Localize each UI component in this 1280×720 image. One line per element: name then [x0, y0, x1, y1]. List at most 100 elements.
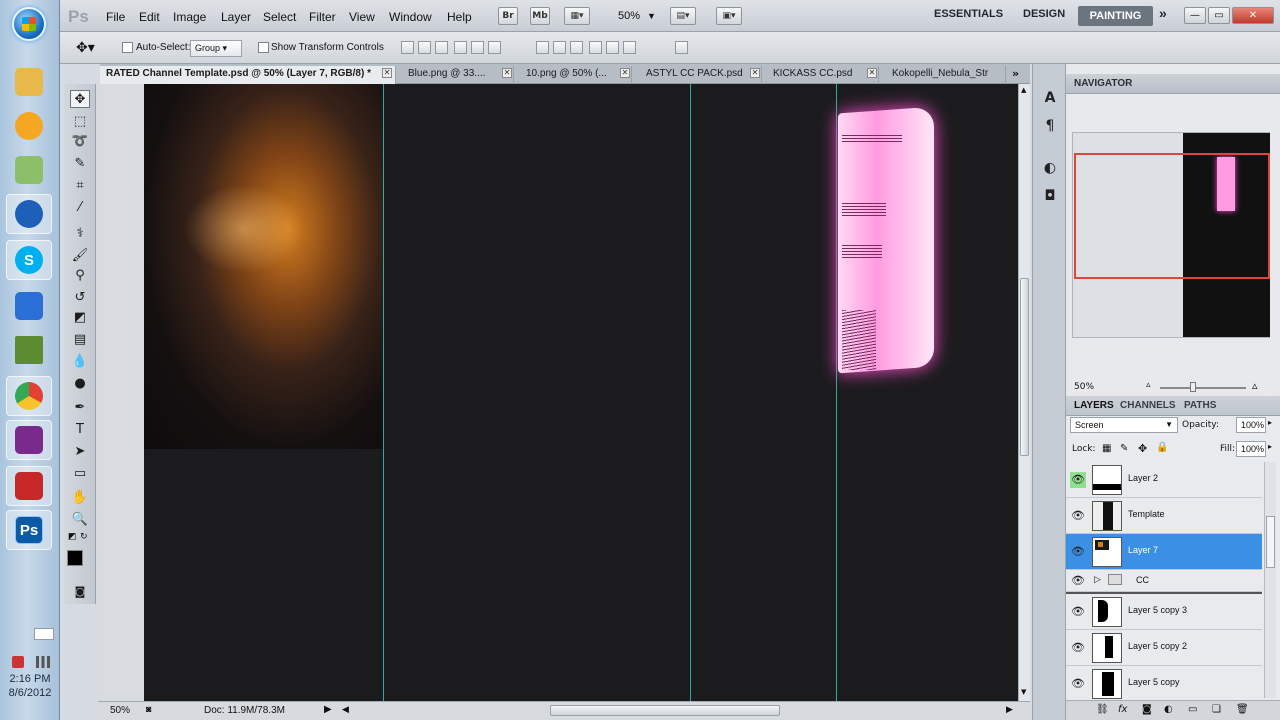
fill-arrow-icon[interactable]: ▸	[1268, 442, 1272, 451]
screen-mode-button[interactable]: ▣▾	[716, 7, 742, 25]
arrange-documents-button[interactable]: ▤▾	[670, 7, 696, 25]
default-colors-icon[interactable]: ◩	[68, 532, 77, 542]
layer-row-layer-5-copy-2[interactable]: 👁 Layer 5 copy 2	[1066, 630, 1262, 666]
scroll-right-icon[interactable]: ▶	[1006, 704, 1013, 715]
visibility-eye-icon[interactable]: 👁	[1070, 472, 1086, 488]
crop-tool-icon[interactable]: ⌗	[70, 176, 90, 194]
menu-file[interactable]: File	[106, 10, 125, 24]
auto-align-icon[interactable]	[675, 41, 688, 54]
layer-row-layer-2[interactable]: 👁 Layer 2	[1066, 462, 1262, 498]
layer-row-layer-5-copy[interactable]: 👁 Layer 5 copy	[1066, 666, 1262, 702]
quick-selection-tool-icon[interactable]: ✎	[70, 154, 90, 172]
launch-mini-bridge-button[interactable]: Mb	[530, 7, 550, 25]
navigator-thumbnail[interactable]	[1072, 132, 1270, 338]
clone-source-icon[interactable]: ◘	[1041, 188, 1059, 206]
workspace-painting[interactable]: PAINTING	[1078, 6, 1153, 26]
visibility-eye-icon[interactable]: 👁	[1070, 676, 1086, 692]
taskbar-app-minecraft[interactable]	[6, 330, 52, 370]
show-hidden-icons[interactable]	[34, 628, 54, 640]
dodge-tool-icon[interactable]: ●	[70, 374, 90, 392]
menu-window[interactable]: Window	[389, 10, 432, 24]
canvas-area[interactable]	[98, 84, 1018, 701]
close-tab-icon[interactable]: ✕	[620, 68, 630, 78]
menu-filter[interactable]: Filter	[309, 10, 336, 24]
taskbar-app-camera[interactable]	[6, 466, 52, 506]
tab-blue-png[interactable]: Blue.png @ 33....	[402, 66, 514, 84]
close-tab-icon[interactable]: ✕	[502, 68, 512, 78]
menu-select[interactable]: Select	[263, 10, 296, 24]
adjustment-layer-icon[interactable]: ◐	[1164, 704, 1173, 715]
workspace-design[interactable]: DESIGN	[1023, 8, 1065, 20]
zoom-slider-handle[interactable]	[1190, 382, 1196, 392]
visibility-eye-icon[interactable]: 👁	[1070, 573, 1086, 589]
marquee-tool-icon[interactable]: ⬚	[70, 112, 90, 130]
opacity-arrow-icon[interactable]: ▸	[1268, 418, 1272, 427]
minimize-button[interactable]: —	[1184, 7, 1206, 24]
auto-select-dropdown[interactable]: Group ▾	[190, 40, 242, 57]
launch-bridge-button[interactable]: Br	[498, 7, 518, 25]
scroll-left-icon[interactable]: ◀	[342, 704, 349, 715]
transform-controls-checkbox[interactable]	[258, 42, 269, 53]
lock-position-icon[interactable]: ✥	[1138, 442, 1147, 455]
eyedropper-tool-icon[interactable]: ⁄	[70, 198, 90, 216]
layer-row-layer-5-copy-3[interactable]: 👁 Layer 5 copy 3	[1066, 594, 1262, 630]
taskbar-app-explorer[interactable]	[6, 62, 52, 102]
pen-tool-icon[interactable]: ✒	[70, 398, 90, 416]
taskbar-app-globe[interactable]	[6, 194, 52, 234]
taskbar-app-messenger[interactable]	[6, 106, 52, 146]
add-mask-icon[interactable]: ◙	[1142, 704, 1152, 715]
expand-group-icon[interactable]: ▷	[1094, 575, 1101, 585]
lock-all-icon[interactable]: 🔒	[1156, 442, 1168, 453]
layers-scroll-thumb[interactable]	[1266, 516, 1275, 568]
navigator-view-box[interactable]	[1074, 153, 1270, 279]
visibility-eye-icon[interactable]: 👁	[1070, 508, 1086, 524]
menu-image[interactable]: Image	[173, 10, 206, 24]
status-icon[interactable]: ◙	[146, 704, 151, 714]
scroll-up-icon[interactable]: ▲	[1021, 86, 1026, 94]
distribute-top-icon[interactable]	[536, 41, 549, 54]
system-clock[interactable]: 2:16 PM 8/6/2012	[0, 672, 60, 700]
distribute-left-icon[interactable]	[589, 41, 602, 54]
tab-kickass-cc[interactable]: KICKASS CC.psd	[767, 66, 879, 84]
hand-tool-icon[interactable]: ✋	[70, 488, 90, 506]
align-top-icon[interactable]	[401, 41, 414, 54]
menu-edit[interactable]: Edit	[139, 10, 160, 24]
start-button[interactable]	[12, 7, 46, 41]
workspace-essentials[interactable]: ESSENTIALS	[934, 8, 1003, 20]
zoom-tool-icon[interactable]: 🔍	[70, 510, 90, 528]
zoom-out-icon[interactable]: ▵	[1146, 380, 1151, 390]
tab-kokopelli-nebula[interactable]: Kokopelli_Nebula_Str	[886, 66, 1006, 84]
distribute-vcenter-icon[interactable]	[553, 41, 566, 54]
new-group-icon[interactable]: ▭	[1188, 704, 1197, 715]
navigator-header[interactable]: NAVIGATOR	[1066, 74, 1280, 94]
eraser-tool-icon[interactable]: ◩	[70, 308, 90, 326]
paragraph-panel-icon[interactable]: ¶	[1041, 118, 1059, 136]
more-tabs-icon[interactable]: »	[1012, 67, 1019, 80]
signal-icon[interactable]	[36, 656, 50, 668]
tab-astyl-cc-pack[interactable]: ASTYL CC PACK.psd	[640, 66, 762, 84]
scroll-down-icon[interactable]: ▼	[1021, 688, 1026, 696]
align-hcenter-icon[interactable]	[471, 41, 484, 54]
lock-pixels-icon[interactable]: ✎	[1120, 443, 1128, 454]
tab-layers[interactable]: LAYERS	[1074, 400, 1114, 411]
taskbar-app-winrar[interactable]	[6, 420, 52, 460]
status-zoom[interactable]: 50%	[110, 705, 130, 716]
tab-10-png[interactable]: 10.png @ 50% (...	[520, 66, 632, 84]
distribute-hcenter-icon[interactable]	[606, 41, 619, 54]
maximize-button[interactable]: ▭	[1208, 7, 1230, 24]
opacity-field[interactable]: 100%	[1236, 417, 1266, 433]
brush-presets-icon[interactable]: ◐	[1041, 160, 1059, 178]
move-tool-icon[interactable]: ✥	[70, 90, 90, 108]
close-button[interactable]: ✕	[1232, 7, 1274, 24]
navigator-zoom[interactable]: 50%	[1074, 382, 1094, 392]
zoom-dropdown-icon[interactable]: ▼	[647, 11, 656, 21]
foreground-color-swatch[interactable]	[67, 550, 83, 566]
history-brush-tool-icon[interactable]: ↺	[70, 288, 90, 306]
layer-group-cc[interactable]: 👁 ▷ CC	[1066, 570, 1262, 592]
distribute-bottom-icon[interactable]	[570, 41, 583, 54]
new-layer-icon[interactable]: ❏	[1212, 704, 1221, 715]
taskbar-app-notes[interactable]	[6, 150, 52, 190]
lock-transparency-icon[interactable]: ▦	[1102, 443, 1111, 454]
menu-view[interactable]: View	[349, 10, 375, 24]
layers-scrollbar[interactable]	[1264, 462, 1276, 698]
